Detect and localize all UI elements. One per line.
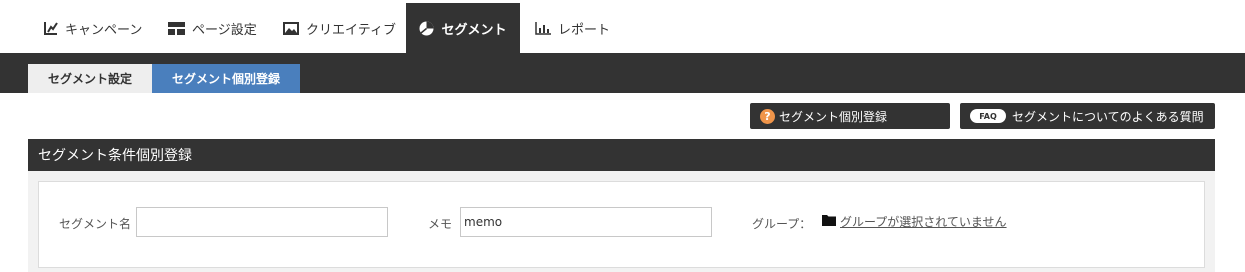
top-nav: キャンペーン ページ設定 クリエイティブ セグメント レポート (0, 0, 1245, 53)
edit-chart-icon (44, 21, 58, 35)
faq-label: セグメントについてのよくある質問 (1012, 109, 1204, 124)
tab-creative[interactable]: クリエイティブ (283, 3, 396, 53)
tab-campaign[interactable]: キャンペーン (44, 3, 142, 53)
tab-page-settings[interactable]: ページ設定 (168, 3, 257, 53)
layout-icon (168, 21, 185, 35)
tab-report[interactable]: レポート (535, 3, 610, 53)
tab-label: クリエイティブ (306, 22, 396, 38)
tab-label: ページ設定 (192, 22, 257, 38)
tab-label: レポート (558, 22, 611, 38)
group-link-text: グループが選択されていません (840, 215, 1007, 229)
help-individual-registration-button[interactable]: ? セグメント個別登録 (750, 103, 950, 129)
group-label: グループ： (752, 217, 812, 231)
question-icon: ? (760, 108, 775, 124)
memo-input[interactable] (460, 207, 712, 237)
segment-name-input[interactable] (136, 207, 388, 237)
image-icon (283, 21, 299, 35)
sub-nav: セグメント設定 セグメント個別登録 (0, 53, 1245, 93)
faq-badge-icon: FAQ (970, 109, 1006, 123)
subtab-segment-settings[interactable]: セグメント設定 (28, 64, 152, 93)
subtab-segment-individual-registration[interactable]: セグメント個別登録 (152, 64, 300, 93)
help-individual-label: セグメント個別登録 (779, 109, 888, 124)
tab-label: セグメント (441, 22, 507, 38)
bar-chart-icon (535, 21, 551, 35)
pie-chart-icon (419, 21, 434, 36)
faq-button[interactable]: FAQ セグメントについてのよくある質問 (960, 103, 1215, 129)
folder-icon (822, 214, 836, 229)
section-title: セグメント条件個別登録 (28, 139, 1215, 171)
tab-label: キャンペーン (65, 22, 143, 38)
tab-segment[interactable]: セグメント (406, 3, 520, 53)
group-select-link[interactable]: グループが選択されていません (822, 213, 1007, 230)
segment-name-label: セグメント名 (59, 217, 132, 231)
memo-label: メモ (428, 217, 453, 231)
